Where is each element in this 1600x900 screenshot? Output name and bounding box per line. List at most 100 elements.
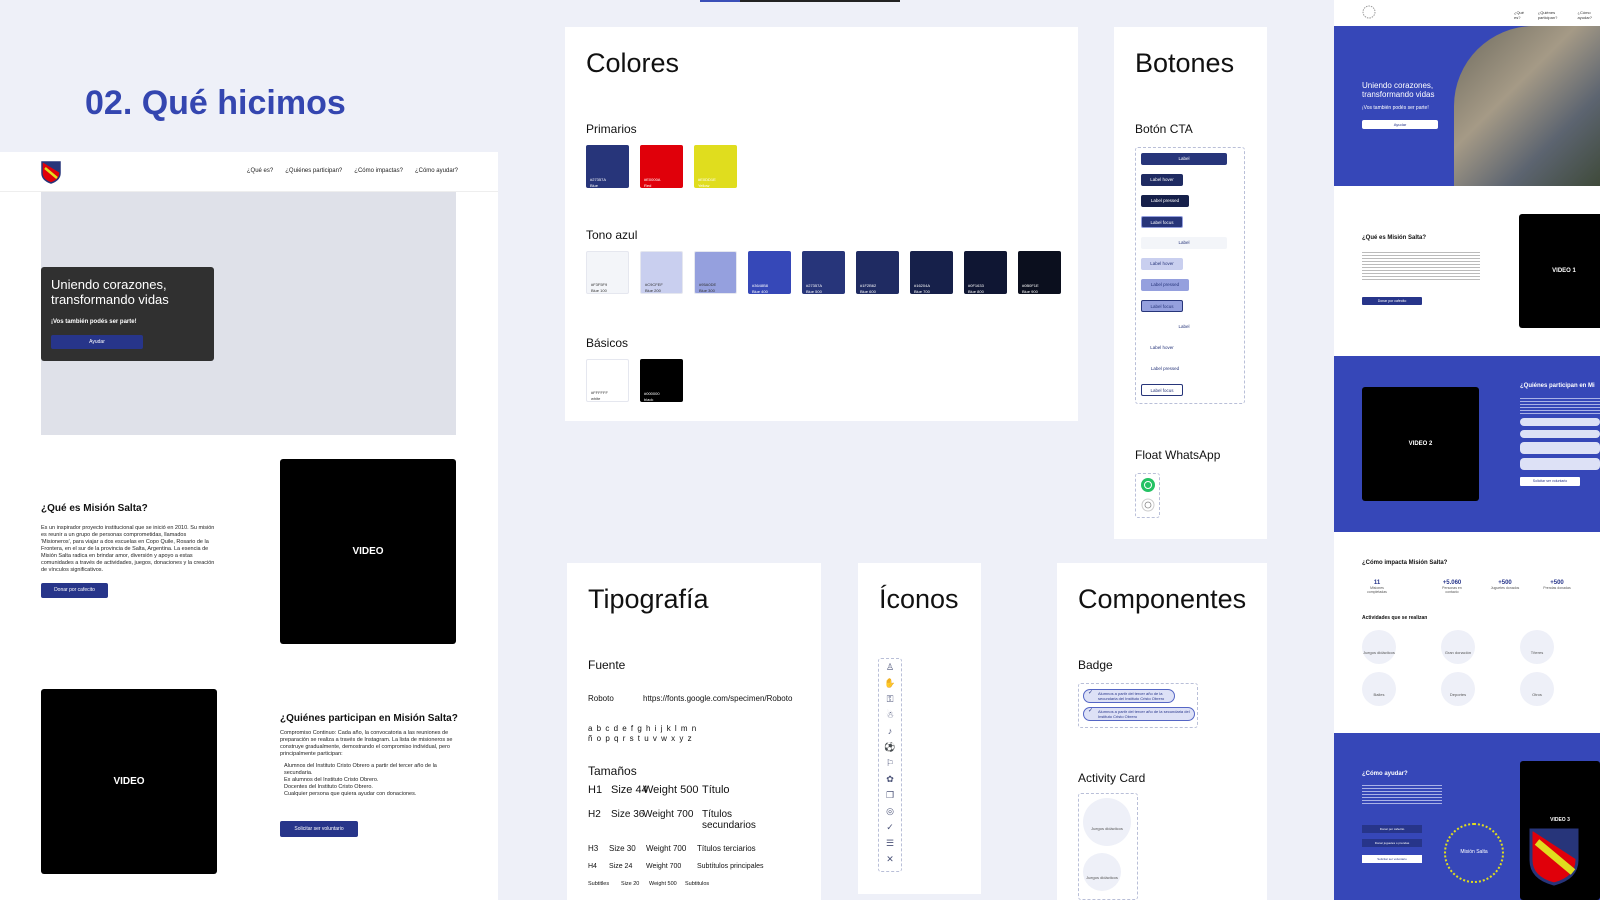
seal-logo-icon[interactable] [1362, 5, 1376, 19]
type-scale-use: Subtítulos principales [697, 863, 764, 870]
swatch-name: Blue 200 [645, 288, 661, 293]
toy-icon: ✿ [886, 773, 894, 784]
shield-logo-icon[interactable] [41, 160, 61, 184]
right-who-section: VIDEO 2 ¿Quiénes participan en Mi Solici… [1334, 356, 1600, 532]
dance-icon: ♪ [887, 726, 893, 736]
cta-button-11[interactable]: Label pressed [1141, 363, 1189, 375]
right-about-title: ¿Qué es Misión Salta? [1362, 235, 1427, 241]
swatch-name: Blue 100 [591, 288, 607, 293]
swatch-name: black [644, 397, 654, 402]
right-volunteer-button[interactable]: Solicitar ser voluntario [1520, 477, 1580, 486]
cta-button-2[interactable]: Label hover [1141, 174, 1183, 186]
close-icon: ✕ [886, 853, 894, 864]
right-badge [1520, 442, 1600, 454]
right-who-title: ¿Quiénes participan en Mi [1520, 383, 1595, 389]
activity-card[interactable]: Gran donación [1441, 630, 1475, 664]
stat-missions: 11 Misiones completadas [1362, 580, 1392, 594]
stat-toys: +500 Juguetes donados [1490, 580, 1520, 590]
activity-card-small[interactable]: Juegos didácticos [1083, 853, 1121, 891]
activity-card[interactable]: Juegos didácticos [1362, 630, 1396, 664]
cta-button-8[interactable]: Label focus [1141, 300, 1183, 312]
swatch-name: Blue 400 [752, 289, 768, 294]
swatch-name: Blue [590, 183, 599, 188]
about-text: Es un inspirador proyecto institucional … [41, 525, 215, 573]
cta-button-1[interactable]: Label [1141, 153, 1227, 165]
whatsapp-icon[interactable] [1141, 478, 1155, 492]
right-help-text-lines [1362, 783, 1442, 805]
who-list-item: Alumnos del Instituto Cristo Obrero a pa… [284, 763, 437, 776]
right-video-1[interactable]: VIDEO 1 [1519, 214, 1600, 328]
who-list-item: Cualquier persona que quiera ayudar con … [284, 791, 417, 797]
tono-azul-label: Tono azul [586, 228, 638, 242]
video-placeholder[interactable]: VIDEO [280, 459, 456, 644]
right-help-btn-2[interactable]: Donar juguetes o prendas [1362, 839, 1422, 847]
nav-link-como-ayudar[interactable]: ¿Cómo ayudar? [415, 168, 458, 174]
tipografia-card: Tipografía Fuente Roboto https://fonts.g… [567, 563, 821, 900]
type-scale-weight: Weight 700 [646, 844, 687, 853]
swatch-name: Blue 500 [806, 289, 822, 294]
right-nav-como-ayudar[interactable]: ¿Cómo ayudar? [1578, 10, 1600, 20]
nav-link-que-es[interactable]: ¿Qué es? [247, 168, 273, 174]
swatch-name: white [591, 396, 601, 401]
color-swatch: #95A0DE Blue 300 [694, 251, 737, 294]
cta-button-9[interactable]: Label [1141, 321, 1227, 333]
donate-cafecito-button[interactable]: Donar por cafecito [41, 583, 108, 598]
tamanos-label: Tamaños [588, 764, 637, 778]
color-swatch: #FFFFFF white [586, 359, 629, 402]
right-help-title: ¿Cómo ayudar? [1362, 771, 1408, 777]
sport-icon: ⚽ [884, 741, 896, 752]
right-video-2[interactable]: VIDEO 2 [1362, 387, 1479, 501]
activities-title: Actividades que se realizan [1362, 615, 1428, 621]
mock-navbar: ¿Qué es? ¿Quiénes participan? ¿Cómo impa… [0, 152, 498, 192]
type-scale-size: Size 20 [621, 881, 640, 887]
activity-card[interactable]: Otros [1520, 672, 1554, 706]
top-progress-line [700, 0, 900, 2]
right-badge [1520, 418, 1600, 426]
swatch-label: #F3F5F9 [591, 282, 608, 287]
swatch-name: Blue 800 [968, 289, 984, 294]
nav-link-como-impactas[interactable]: ¿Cómo impactas? [354, 168, 403, 174]
cta-button-6[interactable]: Label hover [1141, 258, 1183, 270]
right-help-btn-1[interactable]: Donar por cafecito [1362, 825, 1422, 833]
cta-button-7[interactable]: Label pressed [1141, 279, 1189, 291]
whatsapp-outline-icon[interactable] [1141, 498, 1155, 512]
swatch-label: #27357A [590, 177, 607, 182]
color-swatch: #27357A Blue 500 [802, 251, 845, 294]
video-placeholder-2[interactable]: VIDEO [41, 689, 217, 874]
hero-help-button[interactable]: Ayudar [51, 335, 143, 349]
right-help-section: ¿Cómo ayudar? Donar por cafecito Donar j… [1334, 733, 1600, 900]
color-swatch: #F3F5F9 Blue 100 [586, 251, 629, 294]
website-mockup-desktop: ¿Qué es? ¿Quiénes participan? ¿Cómo impa… [0, 152, 498, 900]
cta-button-3[interactable]: Label pressed [1141, 195, 1189, 207]
botones-title: Botones [1135, 48, 1235, 78]
alphabet-line-2: ñ o p q r s t u v w x y z [588, 734, 693, 743]
activity-card[interactable]: Deportes [1441, 672, 1475, 706]
nav-link-quienes[interactable]: ¿Quiénes participan? [285, 168, 342, 174]
font-url-link[interactable]: https://fonts.google.com/specimen/Roboto [643, 694, 792, 703]
right-nav-quienes[interactable]: ¿Quiénes participan? [1538, 10, 1568, 20]
stat-label: Juguetes donados [1490, 586, 1520, 590]
stat-people: +5.060 Personas en contacto [1437, 580, 1467, 594]
copy-icon: ❐ [885, 789, 895, 800]
right-about-text-lines [1362, 250, 1480, 280]
activity-card[interactable]: Bailes [1362, 672, 1396, 706]
whatsapp-small-icon: ◎ [886, 805, 894, 816]
swatch-label: #1F2B62 [860, 283, 877, 288]
volunteer-button[interactable]: Solicitar ser voluntario [280, 821, 358, 837]
swatch-name: Blue 300 [699, 288, 715, 293]
color-swatch: #000000 black [640, 359, 683, 402]
cta-button-5[interactable]: Label [1141, 237, 1227, 249]
activity-card[interactable]: Títeres [1520, 630, 1554, 664]
right-nav-que-es[interactable]: ¿Qué es? [1514, 10, 1528, 20]
swatch-label: #0B0F1E [1022, 283, 1039, 288]
right-donate-button[interactable]: Donar por cafecito [1362, 297, 1422, 305]
alphabet-line-1: a b c d e f g h i j k l m n [588, 724, 698, 733]
type-scale-size: Size 30 [609, 844, 636, 853]
right-hero-help-button[interactable]: Ayudar [1362, 120, 1438, 129]
cta-button-4[interactable]: Label focus [1141, 216, 1183, 228]
hero-subtitle: ¡Vos también podés ser parte! [51, 319, 137, 325]
right-help-btn-3[interactable]: Solicitar ser voluntario [1362, 855, 1422, 863]
activity-card[interactable]: Juegos didácticos [1083, 798, 1131, 846]
cta-button-12[interactable]: Label focus [1141, 384, 1183, 396]
cta-button-10[interactable]: Label hover [1141, 342, 1183, 354]
